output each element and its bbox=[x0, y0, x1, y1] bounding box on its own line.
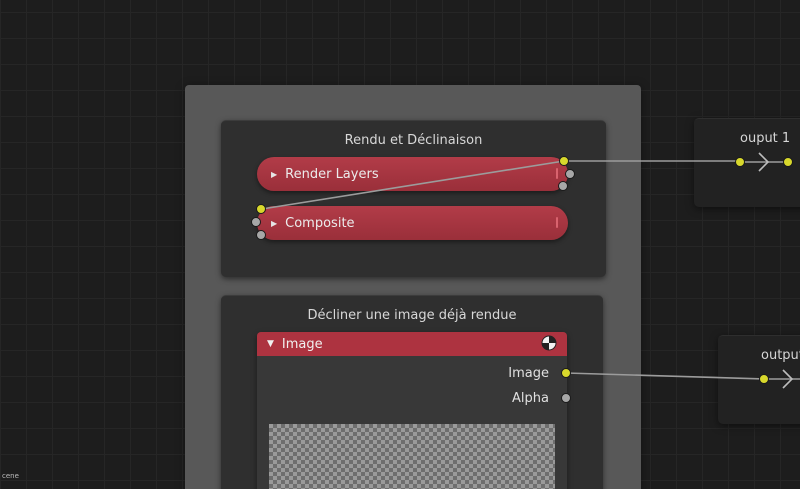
node-editor-canvas[interactable]: Rendu et Déclinaison ▶ Render Layers ▶ C… bbox=[0, 0, 800, 489]
output2-input-socket[interactable] bbox=[759, 374, 769, 384]
output-node-title: ouput 1 bbox=[740, 131, 791, 146]
node-edge-marker bbox=[556, 217, 558, 228]
group-title: Décliner une image déjà rendue bbox=[307, 308, 517, 323]
composite-node[interactable]: ▶ Composite bbox=[257, 206, 568, 240]
composite-alpha-socket[interactable] bbox=[251, 217, 261, 227]
image-node-icon bbox=[541, 335, 557, 351]
output-node-title: output bbox=[761, 348, 800, 363]
image-node-title: Image bbox=[281, 336, 323, 352]
node-edge-marker bbox=[556, 168, 558, 179]
render-layers-image-socket[interactable] bbox=[559, 156, 569, 166]
image-node-header[interactable]: ▼ Image bbox=[257, 332, 567, 356]
output1-input-socket[interactable] bbox=[735, 157, 745, 167]
composite-image-socket[interactable] bbox=[256, 204, 266, 214]
output1-reroute-socket[interactable] bbox=[783, 157, 793, 167]
collapse-triangle-icon[interactable]: ▼ bbox=[267, 339, 274, 349]
render-layers-node[interactable]: ▶ Render Layers bbox=[257, 157, 568, 191]
node-label: Render Layers bbox=[285, 166, 379, 182]
render-layers-alpha-socket[interactable] bbox=[565, 169, 575, 179]
composite-z-socket[interactable] bbox=[256, 230, 266, 240]
alpha-output-socket[interactable] bbox=[561, 393, 571, 403]
scene-label: cene bbox=[2, 472, 19, 480]
group-rendu-declinaison[interactable]: Rendu et Déclinaison bbox=[221, 120, 606, 277]
expand-triangle-icon[interactable]: ▶ bbox=[271, 170, 277, 179]
node-label: Composite bbox=[285, 215, 355, 231]
image-node[interactable]: ▼ Image Image Alpha bbox=[257, 332, 567, 489]
output-alpha-label: Alpha bbox=[512, 391, 549, 406]
image-output-socket[interactable] bbox=[561, 368, 571, 378]
render-layers-extra-socket[interactable] bbox=[558, 181, 568, 191]
group-title: Rendu et Déclinaison bbox=[344, 133, 483, 148]
output-image-label: Image bbox=[508, 366, 549, 381]
image-preview bbox=[269, 424, 555, 489]
expand-triangle-icon[interactable]: ▶ bbox=[271, 219, 277, 228]
